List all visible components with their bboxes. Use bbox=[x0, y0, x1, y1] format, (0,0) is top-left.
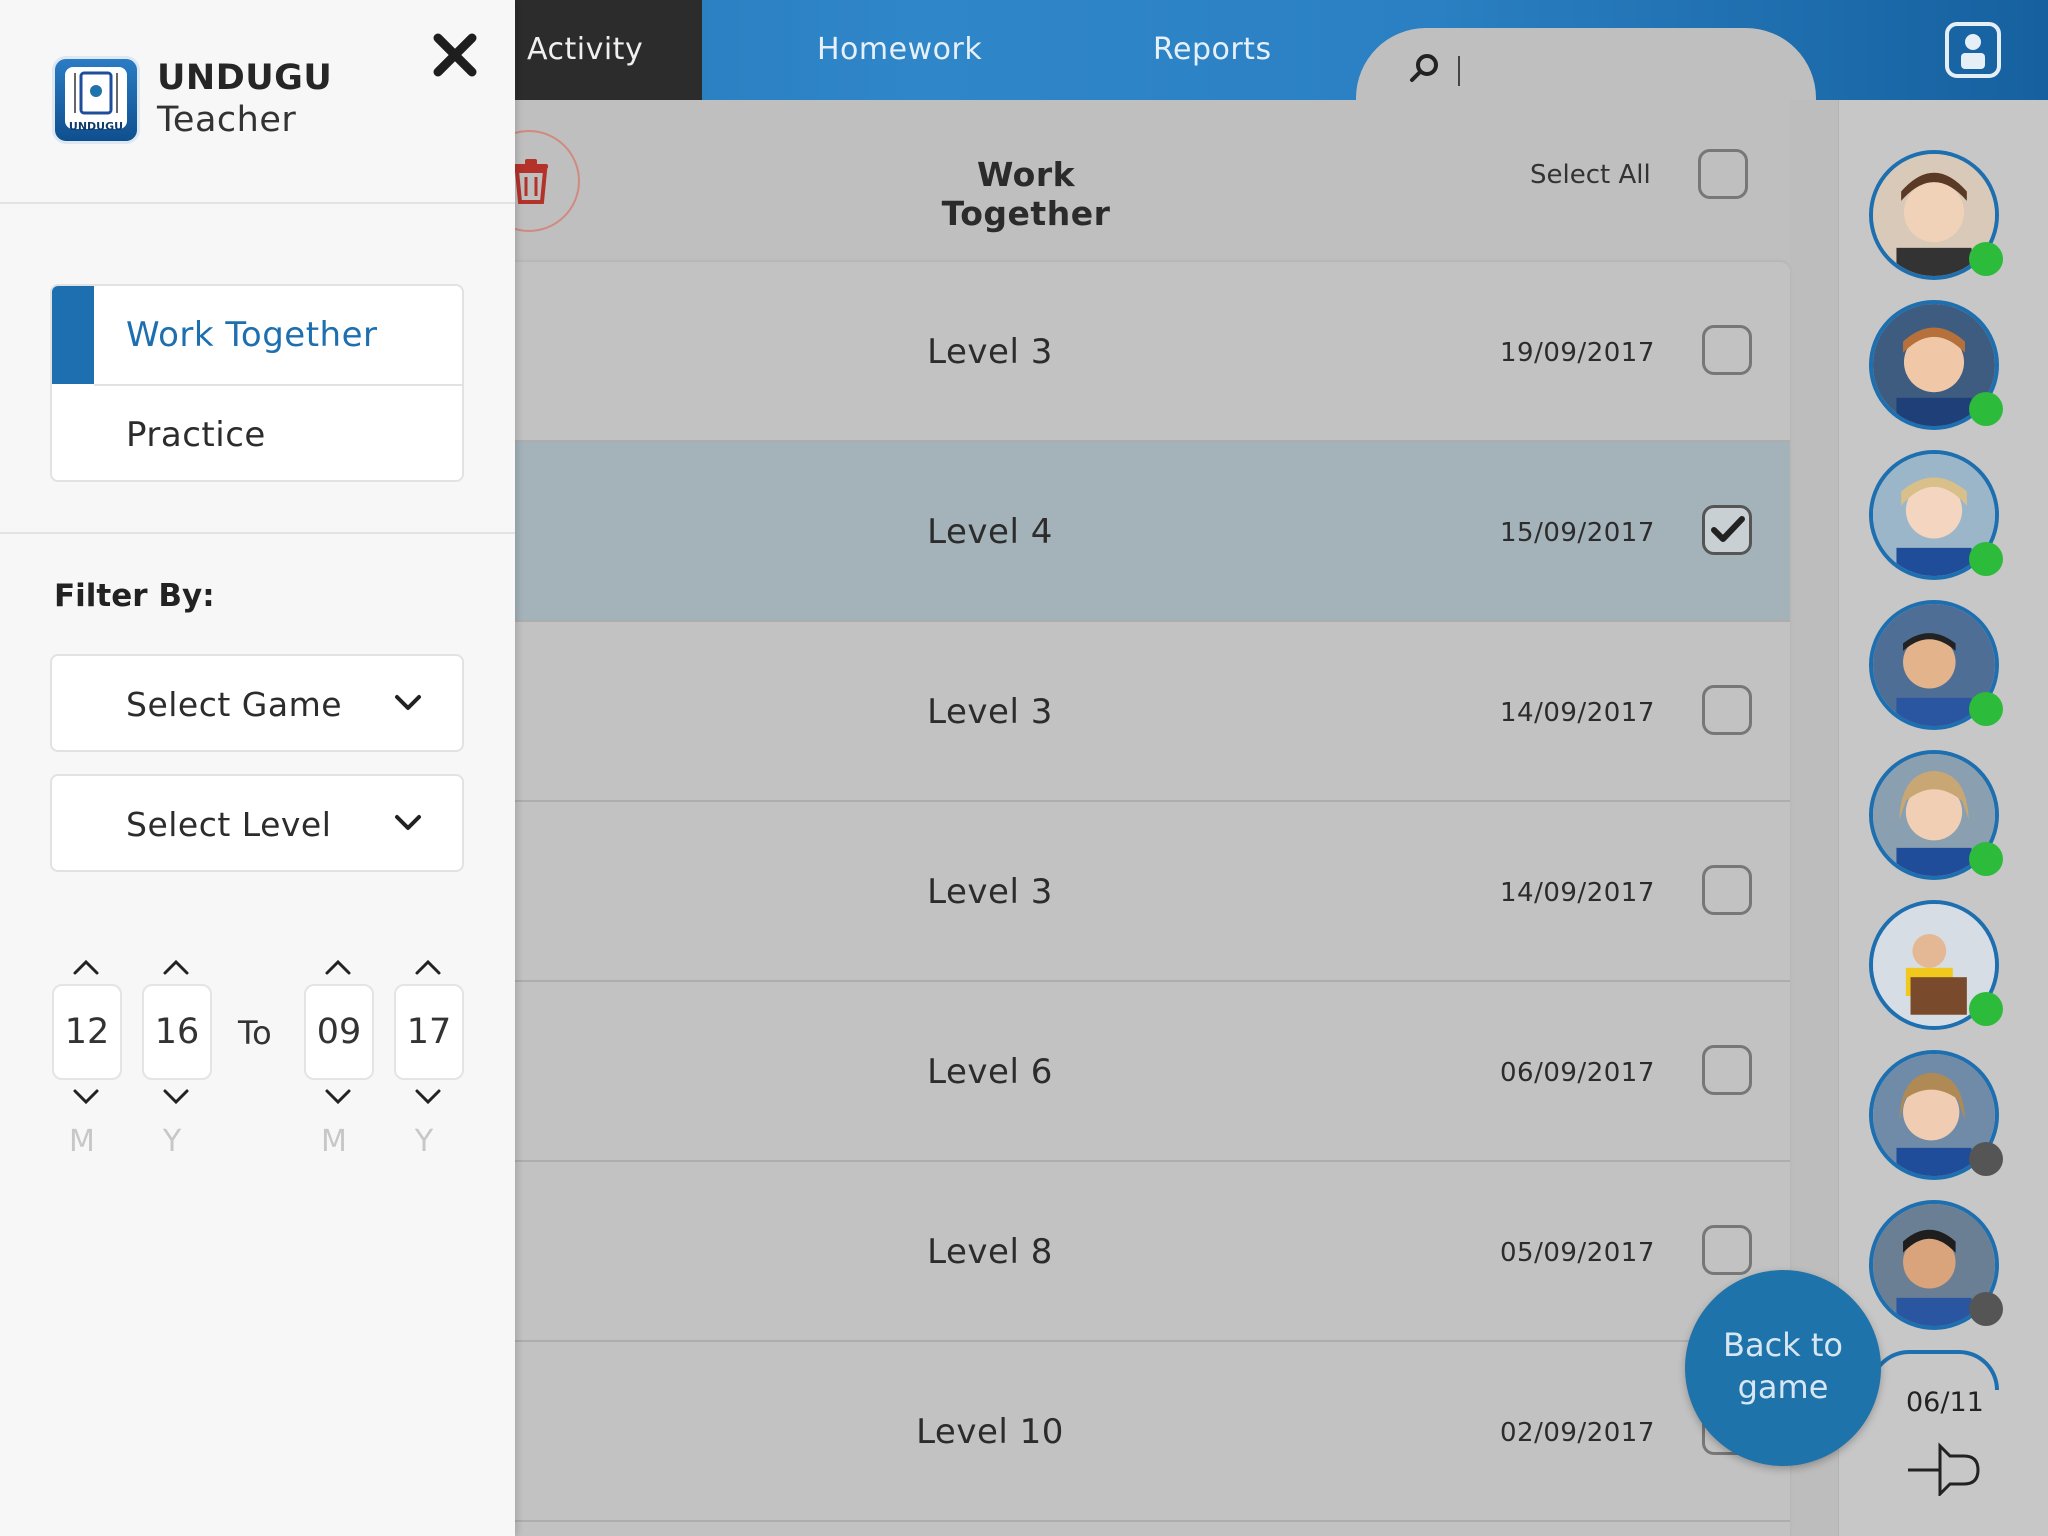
dropdown-label: Select Level bbox=[126, 805, 332, 844]
chevron-up-icon[interactable] bbox=[162, 958, 190, 976]
tab-homework[interactable]: Homework bbox=[817, 0, 982, 100]
chevron-down-icon[interactable] bbox=[72, 1088, 100, 1106]
select-game-dropdown[interactable]: Select Game bbox=[50, 654, 464, 752]
list-item[interactable]: Level 10 02/09/2017 bbox=[500, 1342, 1790, 1522]
list-item[interactable]: Level 3 19/09/2017 bbox=[500, 262, 1790, 442]
chevron-up-icon[interactable] bbox=[324, 958, 352, 976]
chevron-down-icon[interactable] bbox=[162, 1088, 190, 1106]
logo-text: UNDUGU bbox=[68, 120, 124, 133]
row-level: Level 3 bbox=[927, 692, 1053, 732]
row-checkbox[interactable] bbox=[1702, 505, 1752, 555]
list-item[interactable]: Level 6 06/09/2017 bbox=[500, 982, 1790, 1162]
chevron-down-icon bbox=[395, 695, 421, 710]
row-level: Level 3 bbox=[927, 332, 1053, 372]
status-online-dot bbox=[1969, 992, 2003, 1026]
back-button-line2: game bbox=[1737, 1368, 1829, 1406]
month-unit-label: M bbox=[321, 1124, 347, 1159]
tab-reports[interactable]: Reports bbox=[1153, 0, 1272, 100]
app-logo: UNDUGU bbox=[52, 56, 140, 144]
divider bbox=[0, 202, 515, 204]
back-button-line1: Back to bbox=[1723, 1326, 1843, 1364]
chevron-up-icon[interactable] bbox=[72, 958, 100, 976]
month-unit-label: M bbox=[69, 1124, 95, 1159]
list-item[interactable]: Level 8 05/09/2017 bbox=[500, 1162, 1790, 1342]
from-month-stepper: 12 M bbox=[52, 958, 122, 1168]
status-offline-dot bbox=[1969, 1142, 2003, 1176]
row-level: Level 4 bbox=[927, 512, 1053, 552]
mode-work-together[interactable]: Work Together bbox=[52, 286, 462, 384]
chevron-down-icon bbox=[395, 815, 421, 830]
list-title: Work Together bbox=[941, 155, 1111, 233]
row-checkbox[interactable] bbox=[1702, 1045, 1752, 1095]
row-checkbox[interactable] bbox=[1702, 325, 1752, 375]
active-indicator bbox=[52, 286, 94, 384]
status-online-dot bbox=[1969, 542, 2003, 576]
to-year-value[interactable]: 17 bbox=[394, 984, 464, 1080]
mode-selector: Work Together Practice bbox=[50, 284, 464, 482]
online-student-count: 06/11 bbox=[1906, 1387, 1984, 1418]
student-sidebar bbox=[1838, 100, 2048, 1536]
row-date: 19/09/2017 bbox=[1500, 338, 1655, 368]
select-all-checkbox[interactable] bbox=[1698, 149, 1748, 199]
date-range-to-label: To bbox=[238, 1014, 272, 1052]
year-unit-label: Y bbox=[162, 1124, 182, 1159]
pin-icon[interactable] bbox=[1906, 1440, 1982, 1496]
to-month-value[interactable]: 09 bbox=[304, 984, 374, 1080]
to-month-stepper: 09 M bbox=[304, 958, 374, 1168]
session-list: Level 3 19/09/2017 Level 4 15/09/2017 Le… bbox=[500, 262, 1790, 1536]
status-offline-dot bbox=[1969, 1292, 2003, 1326]
select-all-label: Select All bbox=[1530, 160, 1651, 190]
row-date: 02/09/2017 bbox=[1500, 1418, 1655, 1448]
row-level: Level 3 bbox=[927, 872, 1053, 912]
app-subtitle: Teacher bbox=[157, 100, 297, 140]
from-year-value[interactable]: 16 bbox=[142, 984, 212, 1080]
row-checkbox[interactable] bbox=[1702, 865, 1752, 915]
status-online-dot bbox=[1969, 242, 2003, 276]
search-cursor bbox=[1458, 56, 1460, 86]
app-name: UNDUGU bbox=[157, 58, 333, 98]
chevron-up-icon[interactable] bbox=[414, 958, 442, 976]
divider bbox=[0, 532, 515, 534]
list-item[interactable]: Level 3 14/09/2017 bbox=[500, 802, 1790, 982]
trash-icon bbox=[514, 159, 548, 204]
side-drawer: UNDUGU UNDUGU Teacher Work Together Prac… bbox=[0, 0, 515, 1536]
select-level-dropdown[interactable]: Select Level bbox=[50, 774, 464, 872]
dropdown-label: Select Game bbox=[126, 685, 343, 724]
list-item[interactable]: Level 3 14/09/2017 bbox=[500, 622, 1790, 802]
search-icon[interactable] bbox=[1408, 52, 1442, 86]
row-date: 05/09/2017 bbox=[1500, 1238, 1655, 1268]
status-online-dot bbox=[1969, 692, 2003, 726]
filter-title: Filter By: bbox=[54, 578, 215, 614]
mode-practice[interactable]: Practice bbox=[52, 386, 462, 480]
list-item[interactable]: Level 4 15/09/2017 bbox=[500, 442, 1790, 622]
row-date: 14/09/2017 bbox=[1500, 698, 1655, 728]
student-avatar[interactable] bbox=[1869, 1350, 1999, 1390]
checkmark-icon bbox=[1711, 516, 1745, 542]
status-online-dot bbox=[1969, 392, 2003, 426]
row-checkbox[interactable] bbox=[1702, 685, 1752, 735]
back-to-game-button[interactable]: Back to game bbox=[1685, 1270, 1881, 1466]
close-icon[interactable] bbox=[430, 30, 480, 80]
row-date: 14/09/2017 bbox=[1500, 878, 1655, 908]
user-profile-icon[interactable] bbox=[1945, 22, 2001, 78]
mode-label: Work Together bbox=[126, 315, 378, 355]
row-date: 15/09/2017 bbox=[1500, 518, 1655, 548]
year-unit-label: Y bbox=[414, 1124, 434, 1159]
row-date: 06/09/2017 bbox=[1500, 1058, 1655, 1088]
row-level: Level 8 bbox=[927, 1232, 1053, 1272]
row-checkbox[interactable] bbox=[1702, 1225, 1752, 1275]
mode-label: Practice bbox=[126, 415, 266, 455]
chevron-down-icon[interactable] bbox=[324, 1088, 352, 1106]
chevron-down-icon[interactable] bbox=[414, 1088, 442, 1106]
status-online-dot bbox=[1969, 842, 2003, 876]
row-level: Level 10 bbox=[916, 1412, 1064, 1452]
to-year-stepper: 17 Y bbox=[394, 958, 464, 1168]
from-month-value[interactable]: 12 bbox=[52, 984, 122, 1080]
row-level: Level 6 bbox=[927, 1052, 1053, 1092]
from-year-stepper: 16 Y bbox=[142, 958, 212, 1168]
tab-activity[interactable]: Activity bbox=[500, 0, 702, 100]
